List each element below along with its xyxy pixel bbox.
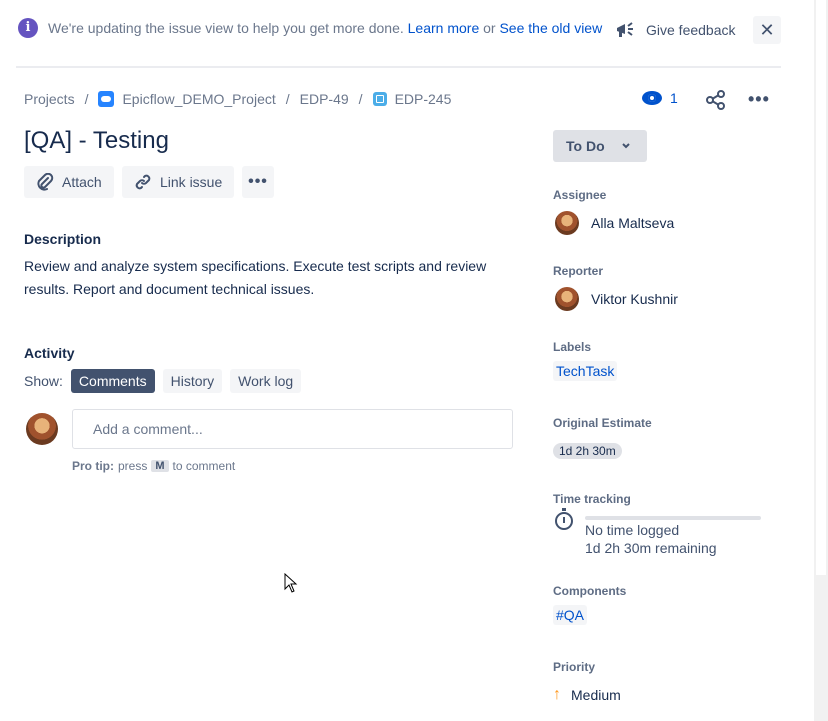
priority-field[interactable]: ↑ Medium xyxy=(553,686,621,704)
divider xyxy=(16,66,781,68)
stopwatch-icon xyxy=(555,508,573,530)
pro-tip: Pro tip: press M to comment xyxy=(72,459,235,473)
breadcrumb-projects[interactable]: Projects xyxy=(24,91,75,107)
reporter-name: Viktor Kushnir xyxy=(591,291,678,307)
reporter-label: Reporter xyxy=(553,264,604,278)
scrollbar-thumb[interactable] xyxy=(816,0,826,575)
eye-icon xyxy=(642,91,662,105)
breadcrumb-issue-label: EDP-245 xyxy=(394,91,452,107)
more-icon[interactable]: ••• xyxy=(748,89,770,111)
attach-button[interactable]: Attach xyxy=(24,166,114,198)
pro-tip-label: Pro tip: xyxy=(72,459,114,473)
tab-work-log[interactable]: Work log xyxy=(230,369,302,393)
time-tracking-label: Time tracking xyxy=(553,492,631,506)
banner-or: or xyxy=(483,20,496,36)
component-chip[interactable]: #QA xyxy=(553,605,588,625)
description-text[interactable]: Review and analyze system specifications… xyxy=(24,255,494,301)
breadcrumb: Projects / Epicflow_DEMO_Project / EDP-4… xyxy=(24,91,451,107)
attach-label: Attach xyxy=(62,174,102,190)
chevron-down-icon xyxy=(621,143,630,149)
activity-heading: Activity xyxy=(24,345,75,361)
avatar xyxy=(555,287,579,311)
cloud-project-icon xyxy=(98,91,115,107)
priority-value: Medium xyxy=(571,687,621,703)
pro-tip-press: press xyxy=(118,459,148,473)
activity-filter: Show: Comments History Work log xyxy=(24,369,302,393)
components-label: Components xyxy=(553,584,627,598)
breadcrumb-issue[interactable]: EDP-245 xyxy=(372,91,452,107)
tab-history[interactable]: History xyxy=(162,369,223,393)
avatar xyxy=(26,413,58,445)
time-logged: No time logged xyxy=(585,522,680,538)
subtask-icon xyxy=(372,92,387,106)
breadcrumb-project[interactable]: Epicflow_DEMO_Project xyxy=(98,91,276,107)
status-dropdown[interactable]: To Do xyxy=(553,130,647,162)
estimate-label: Original Estimate xyxy=(553,416,652,430)
reporter-field[interactable]: Viktor Kushnir xyxy=(555,287,678,311)
time-tracking-text[interactable]: No time logged 1d 2h 30m remaining xyxy=(585,521,717,557)
time-tracking-bar[interactable] xyxy=(585,516,761,520)
comment-input[interactable]: Add a comment... xyxy=(72,409,513,449)
assignee-label: Assignee xyxy=(553,188,607,202)
breadcrumb-separator: / xyxy=(285,91,290,107)
labels-label: Labels xyxy=(553,340,592,354)
components-field[interactable]: #QA xyxy=(553,605,588,625)
estimate-field[interactable]: 1d 2h 30m xyxy=(553,442,622,459)
link-icon xyxy=(135,174,151,190)
keyboard-key: M xyxy=(151,460,169,472)
mouse-cursor-icon xyxy=(284,573,298,593)
assignee-field[interactable]: Alla Maltseva xyxy=(555,211,674,235)
link-issue-button[interactable]: Link issue xyxy=(122,166,235,198)
description-heading: Description xyxy=(24,231,102,247)
give-feedback-button[interactable]: Give feedback xyxy=(614,16,736,44)
label-chip[interactable]: TechTask xyxy=(553,361,618,381)
status-label: To Do xyxy=(566,138,605,154)
show-label: Show: xyxy=(24,373,63,389)
link-issue-label: Link issue xyxy=(160,174,223,190)
priority-label: Priority xyxy=(553,660,596,674)
old-view-link[interactable]: See the old view xyxy=(499,20,602,36)
banner-message: We're updating the issue view to help yo… xyxy=(48,20,602,36)
banner-text: We're updating the issue view to help yo… xyxy=(48,20,404,36)
labels-field[interactable]: TechTask xyxy=(553,361,618,381)
breadcrumb-separator: / xyxy=(84,91,89,107)
assignee-name: Alla Maltseva xyxy=(591,215,675,231)
more-actions-button[interactable]: ••• xyxy=(242,166,274,198)
breadcrumb-project-label: Epicflow_DEMO_Project xyxy=(122,91,276,107)
paperclip-icon xyxy=(37,173,54,191)
tab-comments[interactable]: Comments xyxy=(70,369,155,393)
issue-title[interactable]: [QA] - Testing xyxy=(24,127,169,155)
share-icon[interactable] xyxy=(705,89,727,111)
watcher-count: 1 xyxy=(670,90,678,106)
estimate-chip: 1d 2h 30m xyxy=(553,443,622,459)
avatar xyxy=(555,211,579,235)
info-icon: i xyxy=(18,18,38,38)
learn-more-link[interactable]: Learn more xyxy=(408,20,480,36)
pro-tip-rest: to comment xyxy=(172,459,236,473)
megaphone-icon xyxy=(617,22,633,37)
feedback-label: Give feedback xyxy=(646,22,736,38)
watch-button[interactable]: 1 xyxy=(642,90,678,106)
arrow-up-icon: ↑ xyxy=(553,686,561,703)
breadcrumb-separator: / xyxy=(358,91,363,107)
breadcrumb-parent[interactable]: EDP-49 xyxy=(300,91,349,107)
time-remaining: 1d 2h 30m remaining xyxy=(585,540,717,556)
close-icon[interactable]: ✕ xyxy=(753,16,781,44)
